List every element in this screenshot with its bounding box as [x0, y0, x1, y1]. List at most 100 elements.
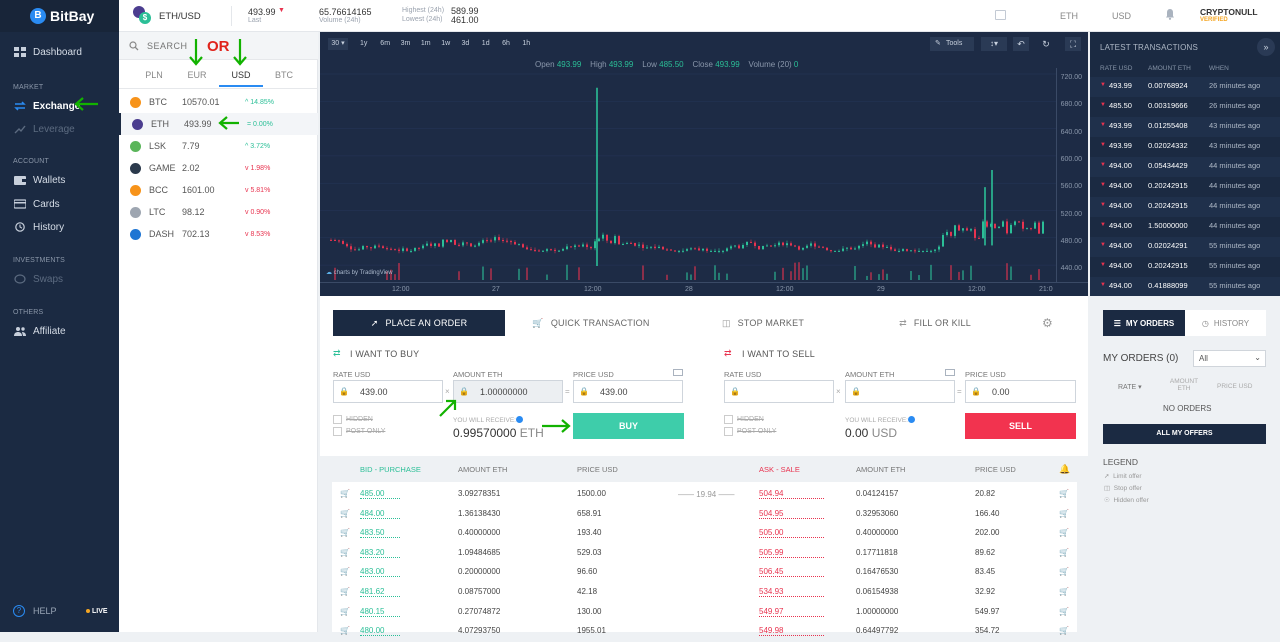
tab-history[interactable]: ◷ HISTORY [1185, 310, 1266, 336]
bid-rate[interactable]: 483.00 [360, 567, 400, 578]
pair-title[interactable]: ETH/USD [159, 11, 201, 22]
undo-icon[interactable]: ↶ [1013, 37, 1029, 51]
range-button[interactable]: 6m [380, 40, 390, 47]
sell-post-only-checkbox[interactable]: POST ONLY [724, 427, 776, 436]
cart-icon[interactable]: 🛒 [340, 607, 350, 616]
tab-eur[interactable]: EUR [175, 70, 219, 80]
tools-button[interactable]: ✎ Tools [930, 37, 974, 51]
tab-quick-transaction[interactable]: 🛒 QUICK TRANSACTION [505, 310, 677, 336]
tab-stop-market[interactable]: ◫ STOP MARKET [677, 310, 849, 336]
fullscreen-icon[interactable]: ⛶ [1065, 37, 1081, 51]
tab-place-order[interactable]: ➚ PLACE AN ORDER [333, 310, 505, 336]
currency-select-usd[interactable]: USD [1112, 11, 1131, 21]
tab-btc[interactable]: BTC [262, 70, 306, 80]
range-button[interactable]: 6h [502, 40, 510, 47]
cart-icon[interactable]: 🛒 [1059, 607, 1069, 616]
ask-rate[interactable]: 534.93 [759, 587, 824, 597]
orders-filter-select[interactable]: All ⌄ [1193, 350, 1266, 367]
buy-hidden-checkbox[interactable]: HIDDEN [333, 415, 373, 424]
cart-icon[interactable]: 🛒 [340, 567, 350, 576]
ask-rate[interactable]: 504.94 [759, 489, 824, 499]
all-offers-button[interactable]: ALL MY OFFERS [1103, 424, 1266, 444]
tab-my-orders[interactable]: ☰ MY ORDERS [1103, 310, 1185, 336]
bid-rate[interactable]: 481.62 [360, 587, 400, 597]
market-row[interactable]: BTC 10570.01 ^ 14.85% [119, 91, 318, 113]
cart-icon[interactable]: 🛒 [1059, 587, 1069, 596]
username[interactable]: CRYPTONULL [1200, 7, 1258, 17]
wallet-icon[interactable] [673, 369, 683, 376]
col-rate[interactable]: RATE ▾ [1118, 383, 1142, 391]
tab-pln[interactable]: PLN [132, 70, 176, 80]
collapse-icon[interactable]: » [1257, 38, 1275, 56]
cart-icon[interactable]: 🛒 [340, 548, 350, 557]
buy-button[interactable]: BUY [573, 413, 684, 439]
book-row[interactable]: 🛒 480.15 0.27074872 130.00 549.97 1.00000000 5… [332, 603, 1077, 623]
sell-amount-input[interactable] [872, 386, 952, 397]
range-button[interactable]: 1d [482, 40, 490, 47]
brand-logo[interactable]: B BitBay [0, 0, 119, 32]
wallet-toggle-icon[interactable] [995, 10, 1006, 20]
cart-icon[interactable]: 🛒 [1059, 509, 1069, 518]
sell-rate-field[interactable]: 🔒 [724, 380, 834, 403]
help-row[interactable]: ? HELP LIVE [0, 600, 119, 622]
cart-icon[interactable]: 🛒 [1059, 528, 1069, 537]
settings-gear-icon[interactable]: ⚙ [1042, 316, 1053, 330]
buy-price-input[interactable] [600, 386, 680, 397]
buy-amount-field[interactable]: 🔒 [453, 380, 563, 403]
cart-icon[interactable]: 🛒 [1059, 548, 1069, 557]
sidebar-item-dashboard[interactable]: Dashboard [0, 41, 119, 63]
buy-rate-field[interactable]: 🔒 [333, 380, 443, 403]
cart-icon[interactable]: 🛒 [340, 626, 350, 635]
range-button[interactable]: 1m [421, 40, 431, 47]
bid-rate[interactable]: 483.20 [360, 548, 400, 558]
bell-icon[interactable] [1165, 8, 1175, 20]
sidebar-item-history[interactable]: History [0, 216, 119, 238]
buy-amount-input[interactable] [480, 386, 560, 397]
range-button[interactable]: 3m [401, 40, 411, 47]
sidebar-item-exchange[interactable]: Exchange [0, 95, 119, 117]
market-row[interactable]: BCC 1601.00 v 5.81% [119, 179, 318, 201]
indicator-icon[interactable]: ↕▾ [981, 37, 1007, 51]
wallet-icon[interactable] [945, 369, 955, 376]
ask-rate[interactable]: 506.45 [759, 567, 824, 578]
cart-icon[interactable]: 🛒 [340, 489, 350, 498]
book-row[interactable]: 🛒 483.50 0.40000000 193.40 505.00 0.40000000 2… [332, 524, 1077, 544]
buy-rate-input[interactable] [360, 386, 440, 397]
sidebar-item-cards[interactable]: Cards [0, 193, 119, 215]
market-row[interactable]: DASH 702.13 v 8.53% [119, 223, 318, 245]
book-row[interactable]: 🛒 485.00 3.09278351 1500.00 504.94 0.04124157… [332, 485, 1077, 505]
bid-rate[interactable]: 483.50 [360, 528, 400, 539]
cart-icon[interactable]: 🛒 [340, 587, 350, 596]
cart-icon[interactable]: 🛒 [1059, 567, 1069, 576]
book-row[interactable]: 🛒 481.62 0.08757000 42.18 534.93 0.06154938 32… [332, 583, 1077, 603]
sell-price-field[interactable]: 🔒 [965, 380, 1076, 403]
book-row[interactable]: 🛒 483.00 0.20000000 96.60 506.45 0.16476530 83… [332, 563, 1077, 583]
range-button[interactable]: 3d [462, 40, 470, 47]
ask-rate[interactable]: 549.97 [759, 607, 824, 617]
sell-rate-input[interactable] [751, 386, 831, 397]
sell-hidden-checkbox[interactable]: HIDDEN [724, 415, 764, 424]
sell-price-input[interactable] [992, 386, 1072, 397]
ask-rate[interactable]: 549.98 [759, 626, 824, 637]
sidebar-item-wallets[interactable]: Wallets [0, 169, 119, 191]
tab-usd[interactable]: USD [219, 70, 263, 87]
redo-icon[interactable]: ↻ [1038, 37, 1054, 51]
bid-rate[interactable]: 480.00 [360, 626, 400, 637]
range-button[interactable]: 1h [522, 40, 530, 47]
ask-rate[interactable]: 505.99 [759, 548, 824, 558]
range-button[interactable]: 1w [441, 40, 450, 47]
bid-rate[interactable]: 485.00 [360, 489, 400, 499]
ask-rate[interactable]: 504.95 [759, 509, 824, 519]
cart-icon[interactable]: 🛒 [1059, 626, 1069, 635]
cart-icon[interactable]: 🛒 [340, 528, 350, 537]
price-chart[interactable]: 30 ▾ 1y 6m 3m 1m 1w 3d 1d 6h 1h ✎ Tools ↕▾ ↶ ↻ ⛶… [320, 32, 1088, 296]
market-row[interactable]: GAME 2.02 v 1.98% [119, 157, 318, 179]
bid-rate[interactable]: 484.00 [360, 509, 400, 519]
interval-select[interactable]: 30 ▾ [328, 38, 348, 50]
buy-price-field[interactable]: 🔒 [573, 380, 683, 403]
book-row[interactable]: 🛒 483.20 1.09484685 529.03 505.99 0.17711818 8… [332, 544, 1077, 564]
book-row[interactable]: 🛒 480.00 4.07293750 1955.01 549.98 0.64497792… [332, 622, 1077, 642]
bid-rate[interactable]: 480.15 [360, 607, 400, 617]
cart-icon[interactable]: 🛒 [340, 509, 350, 518]
range-button[interactable]: 1y [360, 40, 367, 47]
